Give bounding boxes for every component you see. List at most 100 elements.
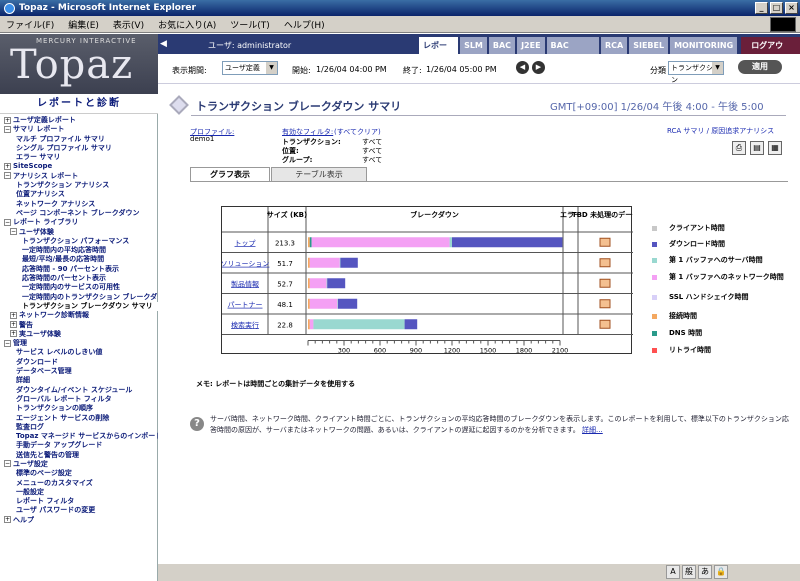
collapse-icon[interactable]: − xyxy=(4,218,11,226)
ime-mode-icon[interactable]: A xyxy=(666,565,680,579)
ime-hiragana-icon[interactable]: あ xyxy=(698,565,712,579)
tbd-data-icon[interactable] xyxy=(599,319,611,329)
tab-reports[interactable]: レポート xyxy=(419,37,459,67)
collapse-icon[interactable]: − xyxy=(4,460,11,468)
rca-links[interactable]: RCA サマリ / 原因追求アナリシス xyxy=(667,126,774,136)
sidebar-item[interactable]: 標準のページ設定 xyxy=(0,469,158,478)
menu-view[interactable]: 表示(V) xyxy=(113,18,144,31)
sidebar-item[interactable]: + ヘルプ xyxy=(0,516,158,525)
sidebar-item[interactable]: エージェント サービスの削除 xyxy=(0,414,158,423)
collapse-icon[interactable]: − xyxy=(4,172,11,180)
minimize-button[interactable]: _ xyxy=(755,2,768,14)
sidebar-item[interactable]: マルチ プロファイル サマリ xyxy=(0,135,158,144)
tab-rca[interactable]: RCA xyxy=(600,37,628,54)
sidebar-item[interactable]: エラー サマリ xyxy=(0,153,158,162)
group-select[interactable]: トランザクション xyxy=(668,61,724,84)
clear-all-link[interactable]: (すべてクリア) xyxy=(334,127,381,137)
sidebar-item[interactable]: − レポート ライブラリ xyxy=(0,218,158,227)
sidebar-item[interactable]: メニューのカスタマイズ xyxy=(0,479,158,488)
tab-siebel[interactable]: SIEBEL xyxy=(629,37,669,54)
collapse-icon[interactable]: − xyxy=(10,228,17,236)
sidebar-item[interactable]: 応答時間 - 90 パーセント表示 xyxy=(0,265,158,274)
expand-icon[interactable]: + xyxy=(4,516,11,524)
sidebar-item[interactable]: ネットワーク アナリシス xyxy=(0,200,158,209)
sidebar-item[interactable]: グローバル レポート フィルタ xyxy=(0,395,158,404)
sidebar-item[interactable]: サービス レベルのしきい値 xyxy=(0,348,158,357)
sidebar-item[interactable]: トランザクション パフォーマンス xyxy=(0,237,158,246)
menu-edit[interactable]: 編集(E) xyxy=(68,18,99,31)
sidebar-item[interactable]: + ネットワーク診断情報 xyxy=(0,311,158,320)
sidebar-item[interactable]: − 管理 xyxy=(0,339,158,348)
sidebar-item[interactable]: 詳細 xyxy=(0,376,158,385)
maximize-button[interactable]: □ xyxy=(770,2,783,14)
collapse-icon[interactable]: − xyxy=(4,339,11,347)
sidebar-item[interactable]: トランザクション アナリシス xyxy=(0,181,158,190)
tab-slm[interactable]: SLM xyxy=(460,37,487,54)
sidebar-item[interactable]: ユーザ パスワードの変更 xyxy=(0,506,158,515)
category-label[interactable]: トップ xyxy=(235,239,256,247)
help-icon[interactable]: ? xyxy=(190,417,204,431)
next-period-button[interactable]: ▶ xyxy=(532,61,545,74)
sidebar-item[interactable]: 一定時間内の平均応答時間 xyxy=(0,246,158,255)
print-icon[interactable]: ⎙ xyxy=(732,141,746,155)
sidebar-item[interactable]: ダウンロード xyxy=(0,358,158,367)
collapse-sidebar-icon[interactable]: ◀ xyxy=(160,39,167,49)
tab-bac[interactable]: BAC xyxy=(488,37,516,54)
logout-button[interactable]: ログアウト xyxy=(741,37,800,67)
pdf-icon[interactable]: ▤ xyxy=(750,141,764,155)
sidebar-item[interactable]: シングル プロファイル サマリ xyxy=(0,144,158,153)
sidebar-item[interactable]: Topaz マネージド サービスからのインポート xyxy=(0,432,158,441)
sidebar-item[interactable]: 位置アナリシス xyxy=(0,190,158,199)
tbd-data-icon[interactable] xyxy=(599,299,611,309)
expand-icon[interactable]: + xyxy=(10,330,17,338)
tbd-data-icon[interactable] xyxy=(599,237,611,247)
menu-file[interactable]: ファイル(F) xyxy=(6,18,54,31)
more-link[interactable]: 詳細... xyxy=(582,426,603,434)
sidebar-item[interactable]: − ユーザ体験 xyxy=(0,228,158,237)
expand-icon[interactable]: + xyxy=(10,321,17,329)
period-select[interactable]: ユーザ定義 xyxy=(222,61,278,75)
sidebar-item[interactable]: ダウンタイム/イベント スケジュール xyxy=(0,386,158,395)
expand-icon[interactable]: + xyxy=(10,311,17,319)
active-filters-link[interactable]: 有効なフィルタ: xyxy=(282,127,333,137)
sidebar-item[interactable]: ページ コンポーネント ブレークダウン xyxy=(0,209,158,218)
sidebar-item[interactable]: + SiteScope xyxy=(0,162,158,171)
collapse-icon[interactable]: − xyxy=(4,125,11,133)
menu-help[interactable]: ヘルプ(H) xyxy=(284,18,325,31)
category-label[interactable]: 製品情報 xyxy=(231,279,259,288)
sidebar-item[interactable]: − アナリシス レポート xyxy=(0,172,158,181)
sidebar-item[interactable]: データベース管理 xyxy=(0,367,158,376)
sidebar-item[interactable]: − ユーザ設定 xyxy=(0,460,158,469)
tab-j2ee[interactable]: J2EE xyxy=(517,37,545,54)
apply-button[interactable]: 適用 xyxy=(738,60,782,74)
tbd-data-icon[interactable] xyxy=(599,278,611,288)
menu-favorites[interactable]: お気に入り(A) xyxy=(158,18,216,31)
sidebar-item[interactable]: + 警告 xyxy=(0,321,158,330)
sidebar-item[interactable]: 送信先と警告の管理 xyxy=(0,451,158,460)
sidebar-item[interactable]: トランザクション ブレークダウン サマリ xyxy=(0,301,158,312)
tab-graph-view[interactable]: グラフ表示 xyxy=(190,167,270,181)
category-label[interactable]: パートナー xyxy=(228,301,263,309)
sidebar-item[interactable]: トランザクションの順序 xyxy=(0,404,158,413)
tab-bac-conf[interactable]: BAC CONF xyxy=(546,37,599,67)
expand-icon[interactable]: + xyxy=(4,116,11,124)
sidebar-item[interactable]: 一定時間内のサービスの可用性 xyxy=(0,283,158,292)
sidebar-item[interactable]: 手動データ アップグレード xyxy=(0,441,158,450)
menu-tools[interactable]: ツール(T) xyxy=(230,18,270,31)
sidebar-item[interactable]: 応答時間のパーセント表示 xyxy=(0,274,158,283)
tab-monitoring[interactable]: MONITORING xyxy=(670,37,738,54)
expand-icon[interactable]: + xyxy=(4,162,11,170)
export-icon[interactable]: ▦ xyxy=(768,141,782,155)
ime-lock-icon[interactable]: 🔒 xyxy=(714,565,728,579)
sidebar-item[interactable]: レポート フィルタ xyxy=(0,497,158,506)
category-label[interactable]: ソリューション xyxy=(221,260,270,268)
ime-kanji-icon[interactable]: 般 xyxy=(682,565,696,579)
sidebar-item[interactable]: 監査ログ xyxy=(0,423,158,432)
tab-table-view[interactable]: テーブル表示 xyxy=(271,167,367,181)
sidebar-item[interactable]: 最短/平均/最長の応答時間 xyxy=(0,255,158,264)
sidebar-item[interactable]: + 実ユーザ体験 xyxy=(0,330,158,339)
tbd-data-icon[interactable] xyxy=(599,258,611,268)
sidebar-item[interactable]: − サマリ レポート xyxy=(0,125,158,134)
category-label[interactable]: 検索実行 xyxy=(231,320,259,329)
close-button[interactable]: × xyxy=(785,2,798,14)
